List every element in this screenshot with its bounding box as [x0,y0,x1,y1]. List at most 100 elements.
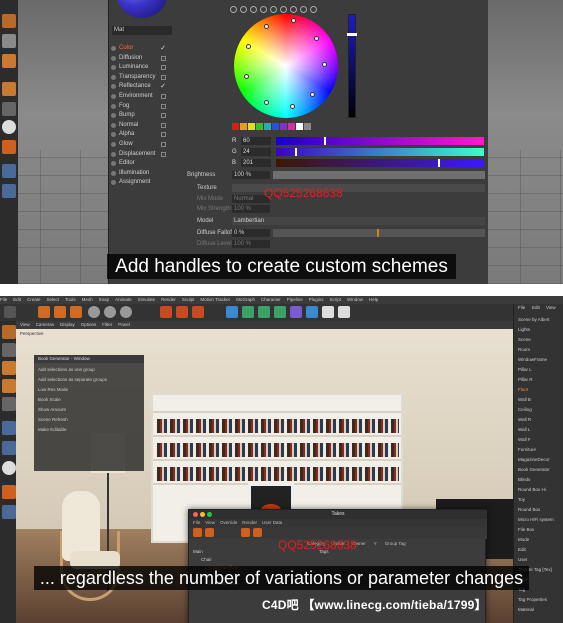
point-icon[interactable] [2,397,16,411]
workplane-icon[interactable] [2,461,16,475]
rotate-icon[interactable] [70,306,82,318]
menu-item[interactable]: Window [347,297,363,302]
red-slider[interactable] [276,137,484,145]
object-item[interactable]: Tag Properties [518,596,563,604]
om-menu-item[interactable]: Edit [532,305,540,310]
snap-icon[interactable] [2,120,16,134]
object-item[interactable]: Wall B [518,396,563,404]
checkbox[interactable] [161,132,166,138]
checkbox[interactable] [161,74,166,80]
object-item[interactable]: Round Box [518,506,563,514]
channel-item[interactable]: Diffusion [108,54,170,64]
rgb-mode-icon[interactable] [260,6,267,13]
channel-item[interactable]: Glow [108,140,170,150]
object-item[interactable]: Wall R [518,416,563,424]
mixer-mode-icon[interactable] [290,6,297,13]
scheme-handle[interactable] [244,74,249,79]
object-item[interactable]: Scene [518,336,563,344]
takes-menu-item[interactable]: Render [242,520,257,525]
menu-item[interactable]: Sculpt [182,297,195,302]
magnet-icon[interactable] [2,485,16,499]
object-item[interactable]: Scene by Albert [518,316,563,324]
color-swatch[interactable] [240,123,247,130]
cube-icon[interactable] [2,325,16,339]
blue-knob[interactable] [438,159,441,167]
grid-icon[interactable] [2,343,16,357]
array-icon[interactable] [274,306,286,318]
green-knob[interactable] [295,148,298,156]
viewport-menu-item[interactable]: View [20,322,30,327]
scheme-handle[interactable] [310,92,315,97]
take-row[interactable]: Chair [201,556,311,564]
color-swatch[interactable] [280,123,287,130]
checkbox[interactable] [161,55,166,61]
brightness-field[interactable]: 100 % [232,171,270,179]
menu-item[interactable]: Animate [115,297,132,302]
workplane-icon[interactable] [2,164,16,178]
channel-item[interactable]: Alpha [108,130,170,140]
take-record-icon[interactable] [205,528,214,537]
book-panel-option[interactable]: Show Amount [38,405,140,415]
scheme-handle[interactable] [291,18,296,23]
grid-icon[interactable] [2,34,16,48]
kelvin-mode-icon[interactable] [280,6,287,13]
object-item[interactable]: Ceiling [518,406,563,414]
om-menu-item[interactable]: File [518,305,525,310]
object-item[interactable]: Mode [518,536,563,544]
object-item[interactable]: Floor [518,386,563,394]
blue-slider[interactable] [276,159,484,167]
move-icon[interactable] [38,306,50,318]
hsv-mode-icon[interactable] [270,6,277,13]
y-axis-icon[interactable] [104,306,116,318]
checkbox[interactable] [161,122,166,128]
channel-item[interactable]: Fog [108,102,170,112]
z-axis-icon[interactable] [120,306,132,318]
channel-item[interactable]: Displacement [108,150,170,160]
color-swatch[interactable] [296,123,303,130]
menu-item[interactable]: Tools [65,297,76,302]
edge-icon[interactable] [2,379,16,393]
object-item[interactable]: File Box [518,526,563,534]
object-item[interactable]: Material [518,606,563,614]
menu-item[interactable]: Help [369,297,378,302]
render-view-icon[interactable] [160,306,172,318]
object-item[interactable]: Wall L [518,426,563,434]
scheme-icon[interactable] [310,6,317,13]
menu-item[interactable]: Edit [13,297,21,302]
channel-item[interactable]: Normal [108,121,170,131]
render-picture-icon[interactable] [176,306,188,318]
takes-menu-item[interactable]: File [193,520,200,525]
channel-item[interactable]: Environment [108,92,170,102]
poly-icon[interactable] [2,54,16,68]
color-swatch[interactable] [288,123,295,130]
book-panel-option[interactable]: Make Editable [38,425,140,435]
image-mode-icon[interactable] [250,6,257,13]
menu-item[interactable]: Render [161,297,176,302]
material-name[interactable]: Mat [112,26,172,35]
spline-icon[interactable] [242,306,254,318]
scheme-handle[interactable] [264,100,269,105]
takes-menu-item[interactable]: User Data [262,520,282,525]
render-settings-icon[interactable] [192,306,204,318]
diffuse-falloff-field[interactable]: 0 % [232,229,270,237]
om-menu-item[interactable]: View [546,305,556,310]
lock-icon[interactable] [2,505,16,519]
object-item[interactable]: Book Generator [518,466,563,474]
nurbs-icon[interactable] [258,306,270,318]
magnet-icon[interactable] [2,140,16,154]
checkbox[interactable] [161,65,166,71]
scheme-handle[interactable] [246,44,251,49]
red-knob[interactable] [324,137,327,145]
close-button[interactable] [193,512,198,517]
cube-primitive-icon[interactable] [226,306,238,318]
menu-item[interactable]: Plugins [309,297,324,302]
color-swatch[interactable] [232,123,239,130]
menu-item[interactable]: MoGraph [236,297,255,302]
book-panel-option[interactable]: Low Res Mode [38,385,140,395]
brightness-slider[interactable] [347,14,357,118]
object-item[interactable]: Edit [518,546,563,554]
take-add-icon[interactable] [193,528,202,537]
slider-knob[interactable] [347,33,357,36]
book-panel-option[interactable]: Add selections as one group [38,365,140,375]
channel-item[interactable]: Assignment [108,178,170,188]
